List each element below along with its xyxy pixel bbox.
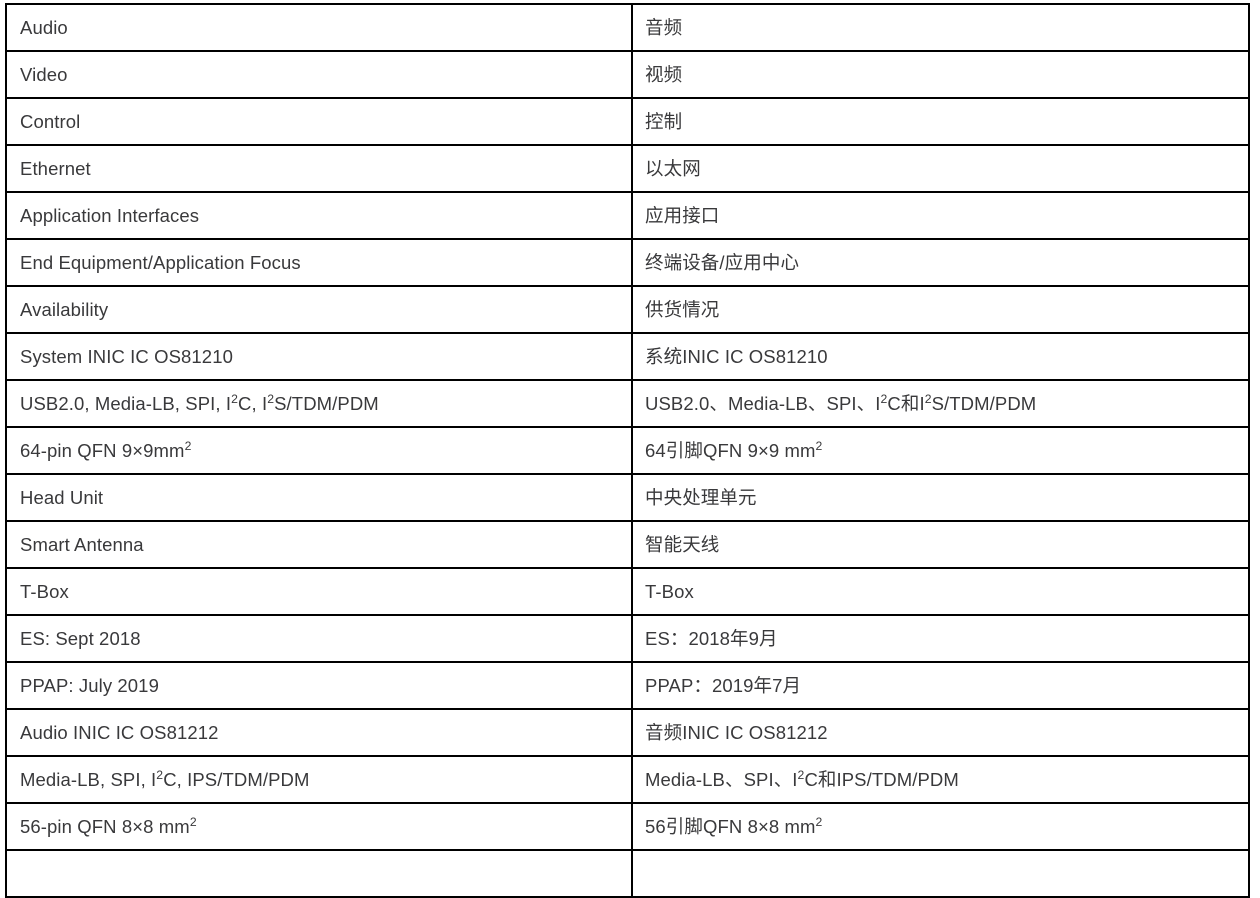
cell-english: Availability [5,285,633,334]
cell-english: System INIC IC OS81210 [5,332,633,381]
cell-chinese: Media-LB、SPI、I2C和IPS/TDM/PDM [631,755,1250,804]
cell-english: Media-LB, SPI, I2C, IPS/TDM/PDM [5,755,633,804]
table-row: PPAP: July 2019 PPAP：2019年7月 [5,661,1250,710]
table-row: Smart Antenna 智能天线 [5,520,1250,569]
cell-english: Audio [5,3,633,52]
table-row: Availability 供货情况 [5,285,1250,334]
cell-english [5,849,633,898]
cell-chinese: 64引脚QFN 9×9 mm2 [631,426,1250,475]
cell-chinese [631,849,1250,898]
table-row: Ethernet 以太网 [5,144,1250,193]
cell-english: Application Interfaces [5,191,633,240]
cell-chinese: PPAP：2019年7月 [631,661,1250,710]
cell-chinese: 中央处理单元 [631,473,1250,522]
table-row: Audio INIC IC OS81212 音频INIC IC OS81212 [5,708,1250,757]
cell-chinese: 供货情况 [631,285,1250,334]
cell-english: Video [5,50,633,99]
cell-chinese: 56引脚QFN 8×8 mm2 [631,802,1250,851]
table-row: 64-pin QFN 9×9mm2 64引脚QFN 9×9 mm2 [5,426,1250,475]
specification-table: Audio 音频 Video 视频 Control 控制 Ethernet 以太网 Applic… [5,3,1250,898]
table-row: Control 控制 [5,97,1250,146]
cell-chinese: 音频 [631,3,1250,52]
cell-english: Head Unit [5,473,633,522]
cell-chinese: 音频INIC IC OS81212 [631,708,1250,757]
cell-english: Audio INIC IC OS81212 [5,708,633,757]
cell-english: USB2.0, Media-LB, SPI, I2C, I2S/TDM/PDM [5,379,633,428]
table-row: ES: Sept 2018 ES：2018年9月 [5,614,1250,663]
cell-english: Control [5,97,633,146]
cell-chinese: USB2.0、Media-LB、SPI、I2C和I2S/TDM/PDM [631,379,1250,428]
cell-english: T-Box [5,567,633,616]
cell-chinese: T-Box [631,567,1250,616]
cell-english: Ethernet [5,144,633,193]
page-canvas: Audio 音频 Video 视频 Control 控制 Ethernet 以太网 Applic… [0,0,1260,898]
table-body: Audio 音频 Video 视频 Control 控制 Ethernet 以太网 Applic… [5,3,1250,898]
table-row: Application Interfaces 应用接口 [5,191,1250,240]
table-row [5,849,1250,898]
cell-chinese: 系统INIC IC OS81210 [631,332,1250,381]
cell-chinese: 视频 [631,50,1250,99]
cell-chinese: 以太网 [631,144,1250,193]
cell-english: 64-pin QFN 9×9mm2 [5,426,633,475]
table-row: Video 视频 [5,50,1250,99]
cell-chinese: 控制 [631,97,1250,146]
table-row: T-Box T-Box [5,567,1250,616]
cell-english: ES: Sept 2018 [5,614,633,663]
cell-english: End Equipment/Application Focus [5,238,633,287]
cell-english: 56-pin QFN 8×8 mm2 [5,802,633,851]
table-row: USB2.0, Media-LB, SPI, I2C, I2S/TDM/PDM U… [5,379,1250,428]
table-row: Audio 音频 [5,3,1250,52]
table-row: System INIC IC OS81210 系统INIC IC OS81210 [5,332,1250,381]
cell-chinese: 终端设备/应用中心 [631,238,1250,287]
table-row: End Equipment/Application Focus 终端设备/应用中心 [5,238,1250,287]
cell-chinese: 应用接口 [631,191,1250,240]
cell-chinese: 智能天线 [631,520,1250,569]
cell-chinese: ES：2018年9月 [631,614,1250,663]
table-row: 56-pin QFN 8×8 mm2 56引脚QFN 8×8 mm2 [5,802,1250,851]
cell-english: PPAP: July 2019 [5,661,633,710]
table-row: Media-LB, SPI, I2C, IPS/TDM/PDM Media-LB、… [5,755,1250,804]
table-row: Head Unit 中央处理单元 [5,473,1250,522]
cell-english: Smart Antenna [5,520,633,569]
